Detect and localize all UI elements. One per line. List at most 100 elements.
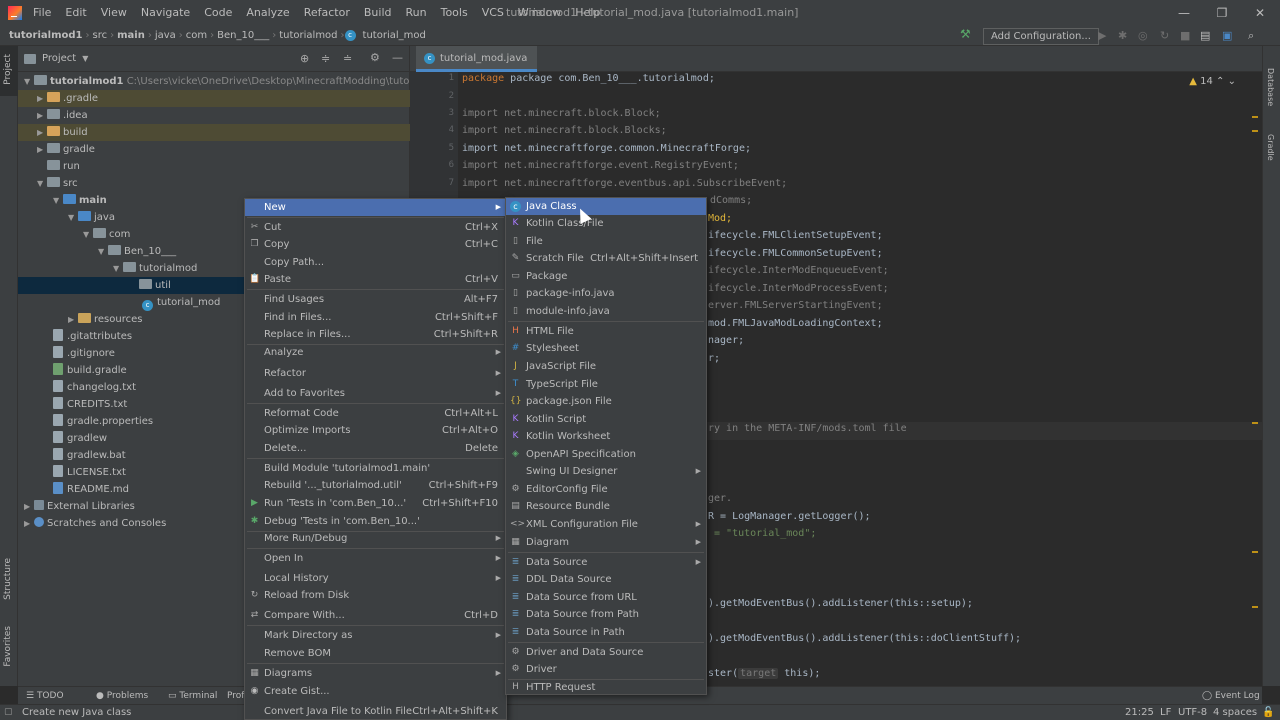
menu-item-paste[interactable]: 📋 Paste Ctrl+V: [245, 271, 506, 288]
collapse-all-icon[interactable]: ≐: [343, 52, 352, 65]
menu-item-diagrams[interactable]: ▦ Diagrams ▶: [245, 665, 506, 682]
menu-item-convert-java-file-to-kotlin-file[interactable]: Convert Java File to Kotlin File Ctrl+Alt…: [245, 703, 506, 720]
structure-icon[interactable]: ▤: [1200, 29, 1210, 42]
chevron-down-icon[interactable]: ▼: [53, 192, 63, 209]
chevron-down-icon[interactable]: ▼: [37, 175, 47, 192]
menu-item-replace-in-files[interactable]: Replace in Files... Ctrl+Shift+R: [245, 326, 506, 343]
expand-all-icon[interactable]: ≑: [321, 52, 330, 65]
new-item-editorconfig-file[interactable]: ⚙ EditorConfig File: [506, 481, 706, 498]
new-item-kotlin-class-file[interactable]: K Kotlin Class/File: [506, 215, 706, 232]
breadcrumb-com[interactable]: com: [183, 30, 210, 41]
menu-tools[interactable]: Tools: [434, 0, 475, 26]
menu-item-rebuild-tutorialmod-util[interactable]: Rebuild '..._tutorialmod.util' Ctrl+Shift…: [245, 477, 506, 494]
new-item-package-info-java[interactable]: ▯ package-info.java: [506, 285, 706, 302]
new-item-stylesheet[interactable]: # Stylesheet: [506, 340, 706, 357]
new-item-package[interactable]: ▭ Package: [506, 268, 706, 285]
new-item-typescript-file[interactable]: T TypeScript File: [506, 376, 706, 393]
tree-item-gradle-hidden[interactable]: ▶ .gradle: [18, 90, 410, 107]
project-structure-icon[interactable]: ▣: [1222, 29, 1232, 42]
warning-count[interactable]: ▲ 14 ⌃ ⌄: [1189, 76, 1236, 87]
menu-item-find-usages[interactable]: Find Usages Alt+F7: [245, 291, 506, 308]
menu-build[interactable]: Build: [357, 0, 399, 26]
terminal-tab[interactable]: ▭ Terminal: [168, 687, 217, 705]
new-item-package-json-file[interactable]: {} package.json File: [506, 393, 706, 410]
new-item-javascript-file[interactable]: J JavaScript File: [506, 358, 706, 375]
hide-icon[interactable]: —: [392, 51, 403, 64]
menu-item-debug-tests-in-com-ben-10[interactable]: ✱ Debug 'Tests in 'com.Ben_10...': [245, 513, 506, 530]
cursor-position[interactable]: 21:25: [1125, 705, 1154, 720]
chevron-right-icon[interactable]: ▶: [24, 515, 34, 532]
breadcrumb-java[interactable]: java: [152, 30, 179, 41]
menu-analyze[interactable]: Analyze: [239, 0, 296, 26]
event-log-tab[interactable]: ◯ Event Log: [1202, 687, 1260, 705]
menu-item-cut[interactable]: ✂ Cut Ctrl+X: [245, 219, 506, 236]
tree-root[interactable]: ▼ tutorialmod1 C:\Users\vicke\OneDrive\De…: [18, 73, 447, 90]
menu-item-optimize-imports[interactable]: Optimize Imports Ctrl+Alt+O: [245, 422, 506, 439]
run-icon[interactable]: ▶: [1098, 29, 1106, 42]
new-item-data-source-from-url[interactable]: ≣ Data Source from URL: [506, 589, 706, 606]
breadcrumb-ben[interactable]: Ben_10___: [214, 30, 272, 41]
coverage-icon[interactable]: ◎: [1138, 29, 1148, 42]
tree-item-idea[interactable]: ▶ .idea: [18, 107, 410, 124]
breadcrumb-src[interactable]: src: [90, 30, 111, 41]
new-item-kotlin-worksheet[interactable]: K Kotlin Worksheet: [506, 428, 706, 445]
new-item-html-file[interactable]: H HTML File: [506, 323, 706, 340]
chevron-right-icon[interactable]: ▶: [37, 107, 47, 124]
gear-icon[interactable]: ⚙: [370, 51, 380, 64]
new-item-diagram[interactable]: ▦ Diagram ▶: [506, 534, 706, 551]
menu-item-analyze[interactable]: Analyze ▶: [245, 344, 506, 361]
stop-icon[interactable]: ■: [1180, 29, 1190, 42]
new-item-kotlin-script[interactable]: K Kotlin Script: [506, 411, 706, 428]
profiler-tab[interactable]: Prof: [227, 687, 244, 705]
chevron-right-icon[interactable]: ▶: [37, 90, 47, 107]
debug-icon[interactable]: ✱: [1118, 29, 1127, 42]
tree-item-build[interactable]: ▶ build: [18, 124, 410, 141]
gradle-tool-tab[interactable]: Gradle: [1266, 134, 1275, 161]
menu-item-refactor[interactable]: Refactor ▶: [245, 365, 506, 382]
new-item-swing-ui-designer[interactable]: Swing UI Designer ▶: [506, 463, 706, 480]
chevron-right-icon[interactable]: ▶: [37, 141, 47, 158]
new-item-data-source-in-path[interactable]: ≣ Data Source in Path: [506, 624, 706, 641]
menu-view[interactable]: View: [94, 0, 134, 26]
menu-item-copy[interactable]: ❐ Copy Ctrl+C: [245, 236, 506, 253]
new-item-xml-configuration-file[interactable]: <> XML Configuration File ▶: [506, 516, 706, 533]
chevron-down-icon[interactable]: ▼: [98, 243, 108, 260]
menu-item-reload-from-disk[interactable]: ↻ Reload from Disk: [245, 587, 506, 604]
chevron-down-icon[interactable]: ▼: [83, 226, 93, 243]
menu-item-remove-bom[interactable]: Remove BOM: [245, 645, 506, 662]
breadcrumb-tutorialmod[interactable]: tutorialmod: [276, 30, 340, 41]
new-item-scratch-file[interactable]: ✎ Scratch File Ctrl+Alt+Shift+Insert: [506, 250, 706, 267]
menu-edit[interactable]: Edit: [58, 0, 93, 26]
hammer-icon[interactable]: ⚒: [960, 27, 971, 41]
structure-tool-tab[interactable]: Structure: [3, 558, 13, 600]
menu-item-mark-directory-as[interactable]: Mark Directory as ▶: [245, 627, 506, 644]
minimize-icon[interactable]: —: [1166, 0, 1202, 26]
new-item-module-info-java[interactable]: ▯ module-info.java: [506, 303, 706, 320]
project-view-selector[interactable]: Project: [42, 53, 76, 64]
menu-item-compare-with[interactable]: ⇄ Compare With... Ctrl+D: [245, 607, 506, 624]
new-item-http-request[interactable]: H HTTP Request: [506, 679, 706, 696]
new-item-data-source-from-path[interactable]: ≣ Data Source from Path: [506, 606, 706, 623]
tree-item-gradle[interactable]: ▶ gradle: [18, 141, 410, 158]
menu-item-build-module-tutorialmod1-main[interactable]: Build Module 'tutorialmod1.main': [245, 460, 506, 477]
profile-icon[interactable]: ↻: [1160, 29, 1169, 42]
new-item-ddl-data-source[interactable]: ≣ DDL Data Source: [506, 571, 706, 588]
chevron-down-icon[interactable]: ▼: [113, 260, 123, 277]
breadcrumb-file[interactable]: tutorial_mod: [360, 30, 429, 41]
breadcrumb-main[interactable]: main: [114, 30, 148, 41]
favorites-tool-tab[interactable]: Favorites: [3, 626, 13, 667]
breadcrumb-project[interactable]: tutorialmod1: [6, 30, 86, 41]
menu-item-copy-path[interactable]: Copy Path...: [245, 254, 506, 271]
editor-tab-tutorial-mod[interactable]: c tutorial_mod.java: [416, 46, 538, 72]
menu-item-reformat-code[interactable]: Reformat Code Ctrl+Alt+L: [245, 405, 506, 422]
menu-item-delete[interactable]: Delete... Delete: [245, 440, 506, 457]
new-item-resource-bundle[interactable]: ▤ Resource Bundle: [506, 498, 706, 515]
tree-item-run[interactable]: run: [18, 158, 410, 175]
indent-setting[interactable]: 4 spaces: [1213, 705, 1257, 720]
menu-item-find-in-files[interactable]: Find in Files... Ctrl+Shift+F: [245, 309, 506, 326]
chevron-down-icon[interactable]: ▼: [68, 209, 78, 226]
file-encoding[interactable]: UTF-8: [1178, 705, 1207, 720]
chevron-right-icon[interactable]: ▶: [68, 311, 78, 328]
menu-item-create-gist[interactable]: ◉ Create Gist...: [245, 683, 506, 700]
problems-tab[interactable]: ● Problems: [96, 687, 148, 705]
